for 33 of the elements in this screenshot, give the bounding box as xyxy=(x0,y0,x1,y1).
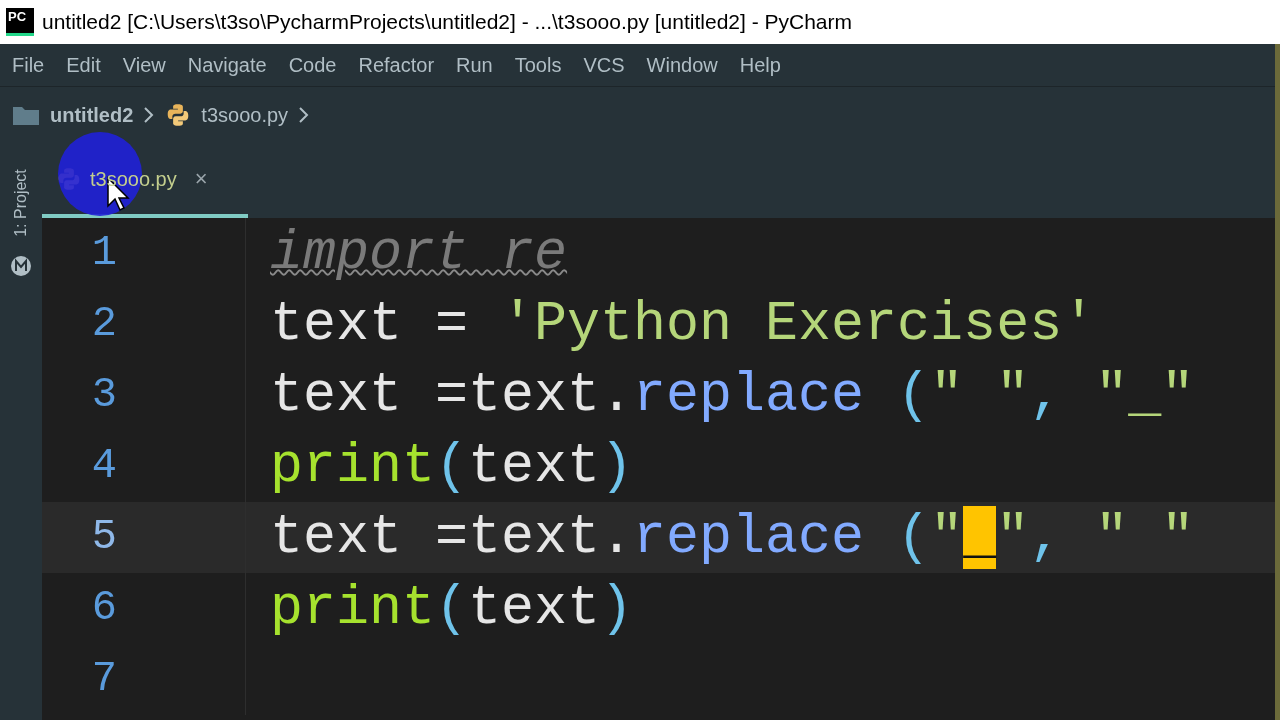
window-title: untitled2 [C:\Users\t3so\PycharmProjects\untitled2] - ...\t3sooo.py [untitled2] - PyCharm xyxy=(42,9,853,36)
menu-item[interactable]: Window xyxy=(646,50,718,80)
code-line: import re xyxy=(269,226,568,281)
line-number: 3 xyxy=(90,370,118,421)
line-number: 7 xyxy=(90,654,118,705)
menu-item[interactable]: Edit xyxy=(66,50,101,80)
menu-item[interactable]: View xyxy=(122,50,166,80)
menu-item[interactable]: Tools xyxy=(514,50,562,80)
line-number: 2 xyxy=(90,299,118,350)
folder-icon xyxy=(12,104,40,126)
code-line: print(text) xyxy=(269,581,634,636)
m-circle-icon xyxy=(10,255,32,277)
app-logo: PC xyxy=(6,8,34,36)
menu-item[interactable]: Code xyxy=(288,50,337,80)
code-line: print(text) xyxy=(269,439,634,494)
menu-item[interactable]: Run xyxy=(456,50,493,80)
close-icon[interactable]: × xyxy=(194,162,208,195)
menu-item[interactable]: Refactor xyxy=(358,50,435,80)
line-number: 6 xyxy=(90,583,118,634)
menu-item[interactable]: Navigate xyxy=(187,50,267,80)
code-line: text = 'Python Exercises' xyxy=(269,297,1096,352)
line-number: 4 xyxy=(90,441,118,492)
line-number: 1 xyxy=(90,228,118,279)
menu-item[interactable]: Help xyxy=(739,50,781,80)
chevron-right-icon xyxy=(143,106,156,124)
line-number: 5 xyxy=(90,512,118,563)
breadcrumb-item[interactable]: untitled2 xyxy=(50,100,134,130)
breadcrumb-item[interactable]: t3sooo.py xyxy=(201,100,289,130)
menu-item[interactable]: File xyxy=(12,50,45,80)
chevron-right-icon xyxy=(298,106,311,124)
menu-item[interactable]: VCS xyxy=(583,50,625,80)
project-tool-tab[interactable]: 1: Project xyxy=(9,169,33,237)
code-line: text =text.replace (" ", "_" xyxy=(269,368,1195,423)
